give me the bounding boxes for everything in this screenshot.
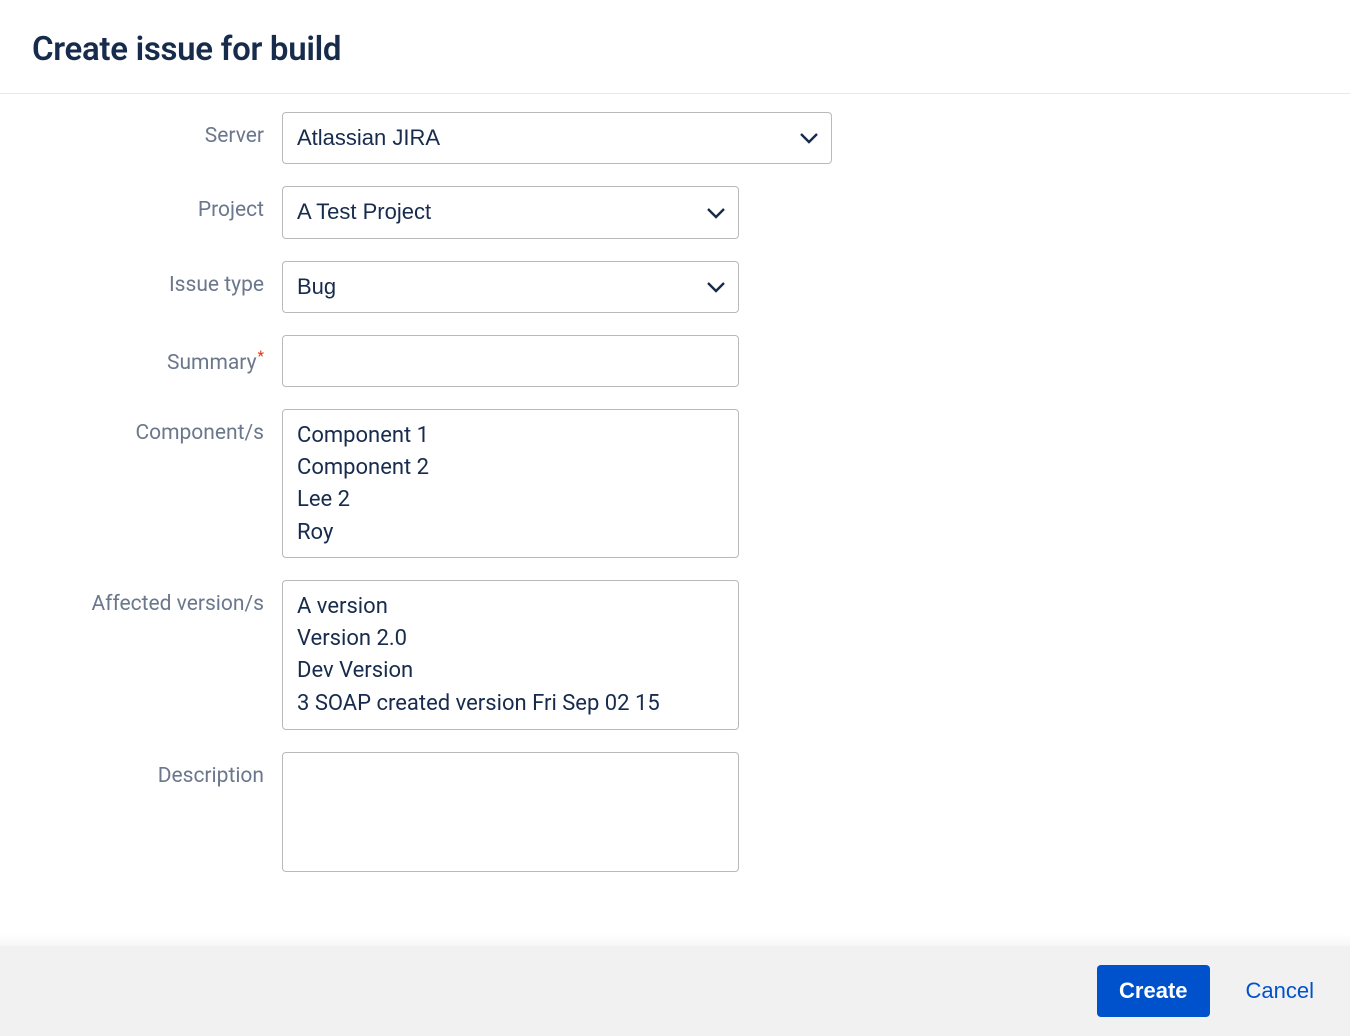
- issue-type-label: Issue type: [0, 261, 282, 298]
- server-select-value: Atlassian JIRA: [297, 125, 440, 150]
- required-asterisk-icon: *: [258, 347, 264, 365]
- list-item[interactable]: Component 1: [297, 420, 724, 452]
- list-item[interactable]: A version: [297, 591, 724, 623]
- list-item[interactable]: Dev Version: [297, 655, 724, 687]
- components-label: Component/s: [0, 409, 282, 446]
- list-item[interactable]: Roy: [297, 517, 724, 549]
- project-select[interactable]: A Test Project: [282, 186, 739, 238]
- summary-label-text: Summary: [167, 351, 257, 375]
- dialog-title: Create issue for build: [32, 30, 1350, 69]
- create-button[interactable]: Create: [1097, 965, 1209, 1017]
- content-fade: [0, 934, 1350, 946]
- issue-type-select-value: Bug: [297, 274, 336, 299]
- affected-versions-listbox[interactable]: A version Version 2.0 Dev Version 3 SOAP…: [282, 580, 739, 730]
- dialog-header: Create issue for build: [0, 0, 1350, 93]
- affected-versions-label: Affected version/s: [0, 580, 282, 617]
- description-textarea[interactable]: [282, 752, 739, 872]
- summary-row: Summary*: [0, 335, 1350, 387]
- components-listbox[interactable]: Component 1 Component 2 Lee 2 Roy: [282, 409, 739, 558]
- description-label: Description: [0, 752, 282, 789]
- project-label: Project: [0, 186, 282, 223]
- cancel-button[interactable]: Cancel: [1246, 978, 1314, 1004]
- issue-type-select[interactable]: Bug: [282, 261, 739, 313]
- summary-label: Summary*: [0, 335, 282, 376]
- server-row: Server Atlassian JIRA: [0, 112, 1350, 164]
- components-row: Component/s Component 1 Component 2 Lee …: [0, 409, 1350, 558]
- affected-versions-row: Affected version/s A version Version 2.0…: [0, 580, 1350, 730]
- project-row: Project A Test Project: [0, 186, 1350, 238]
- server-select[interactable]: Atlassian JIRA: [282, 112, 832, 164]
- dialog-footer: Create Cancel: [0, 946, 1350, 1036]
- issue-type-row: Issue type Bug: [0, 261, 1350, 313]
- summary-input[interactable]: [282, 335, 739, 387]
- list-item[interactable]: Lee 2: [297, 484, 724, 516]
- list-item[interactable]: 3 SOAP created version Fri Sep 02 15: [297, 688, 724, 720]
- list-item[interactable]: Version 2.0: [297, 623, 724, 655]
- server-label: Server: [0, 112, 282, 149]
- project-select-value: A Test Project: [297, 199, 431, 224]
- create-issue-form: Server Atlassian JIRA Project A Test Pro…: [0, 94, 1350, 872]
- description-row: Description: [0, 752, 1350, 872]
- list-item[interactable]: Component 2: [297, 452, 724, 484]
